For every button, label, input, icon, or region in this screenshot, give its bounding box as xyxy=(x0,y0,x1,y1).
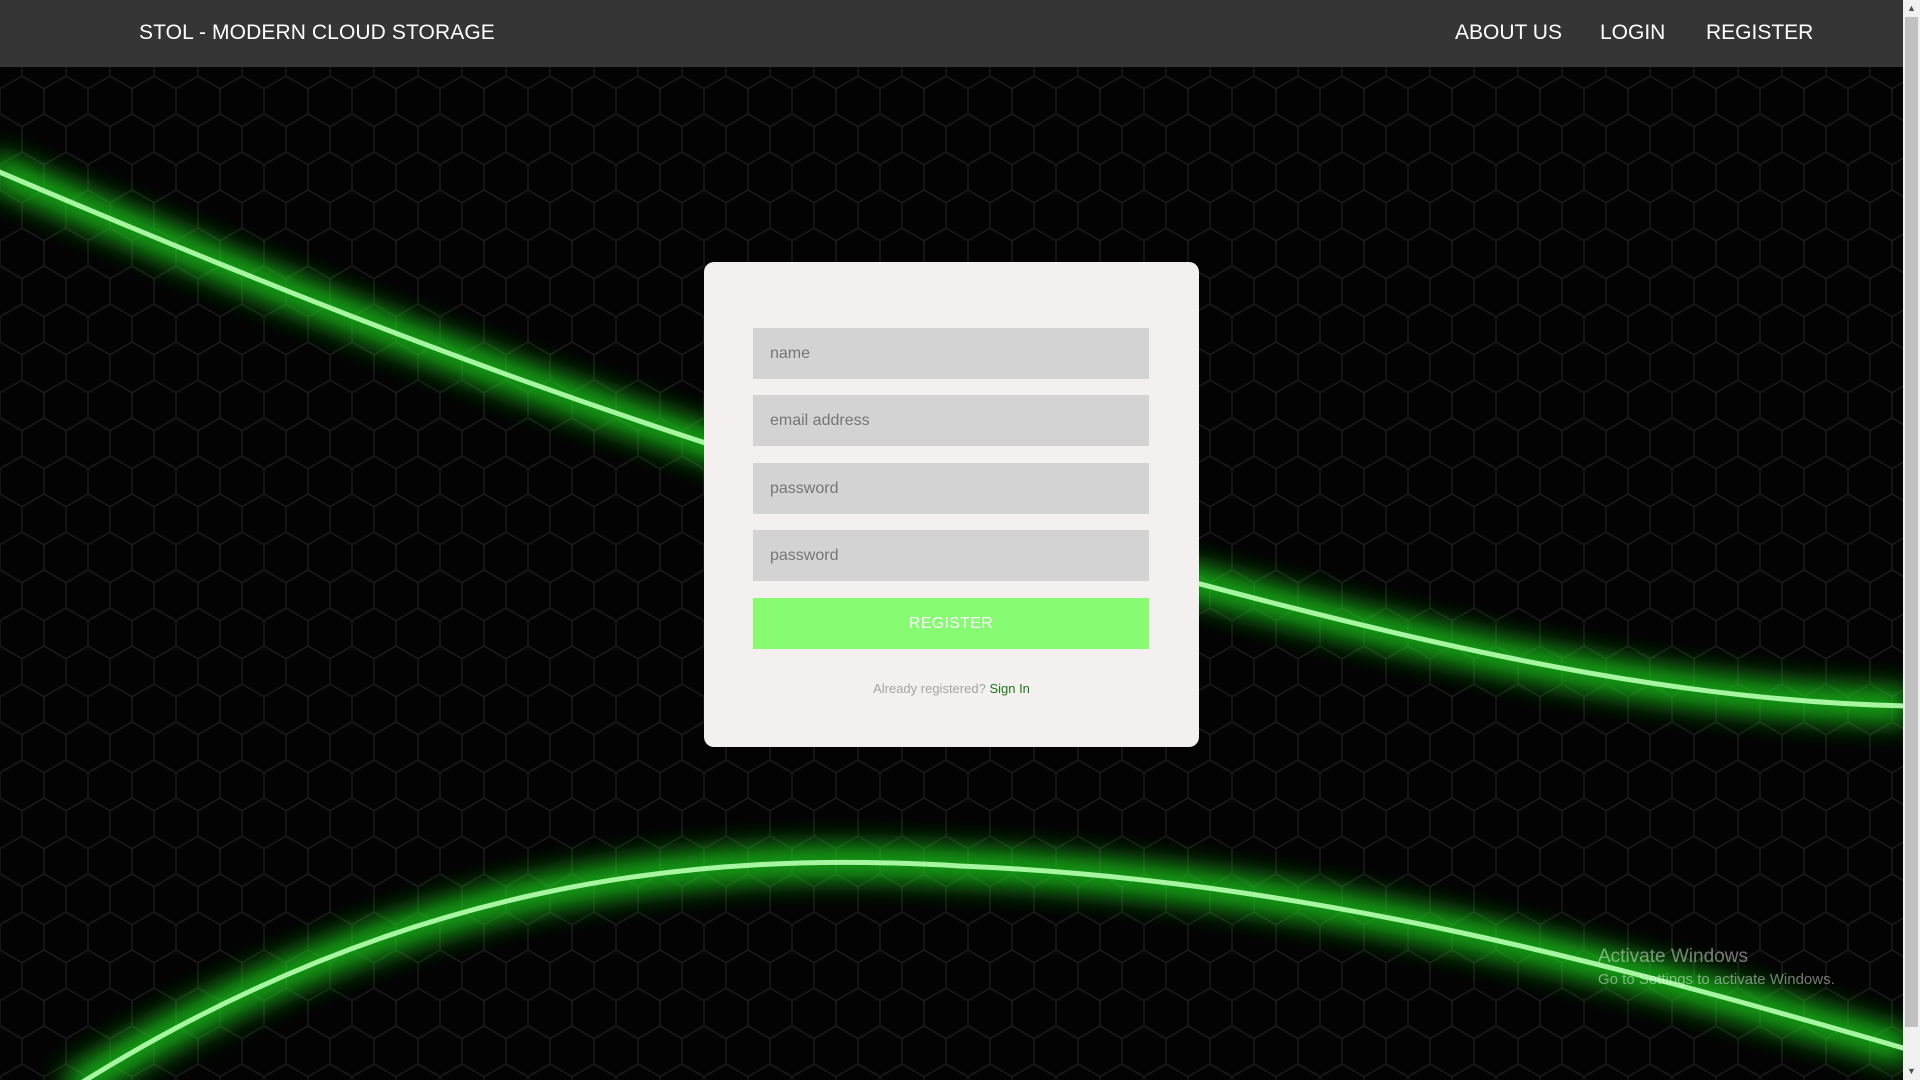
brand-link[interactable]: STOL - MODERN CLOUD STORAGE xyxy=(139,21,495,45)
scroll-up-icon[interactable]: ▲ xyxy=(1903,0,1920,17)
confirm-password-field[interactable] xyxy=(753,530,1149,581)
activate-windows-watermark: Activate Windows Go to Settings to activ… xyxy=(1598,946,1835,988)
top-navbar: STOL - MODERN CLOUD STORAGE ABOUT US LOG… xyxy=(0,0,1903,67)
password-field[interactable] xyxy=(753,463,1149,514)
signin-message: Already registered? Sign In xyxy=(704,681,1199,696)
name-field[interactable] xyxy=(753,328,1149,379)
watermark-title: Activate Windows xyxy=(1598,946,1748,967)
already-registered-text: Already registered? xyxy=(873,681,986,696)
sign-in-link[interactable]: Sign In xyxy=(989,681,1029,696)
nav-login[interactable]: LOGIN xyxy=(1600,21,1665,45)
nav-about-us[interactable]: ABOUT US xyxy=(1455,21,1562,45)
watermark-subtitle: Go to Settings to activate Windows. xyxy=(1598,971,1835,988)
nav-register[interactable]: REGISTER xyxy=(1706,21,1813,45)
scroll-down-icon[interactable]: ▼ xyxy=(1903,1063,1920,1080)
register-button[interactable]: REGISTER xyxy=(753,598,1149,649)
email-field[interactable] xyxy=(753,395,1149,446)
register-card: REGISTER Already registered? Sign In xyxy=(704,262,1199,747)
scrollbar-thumb[interactable] xyxy=(1905,17,1918,1027)
vertical-scrollbar[interactable]: ▲ ▼ xyxy=(1903,0,1920,1080)
